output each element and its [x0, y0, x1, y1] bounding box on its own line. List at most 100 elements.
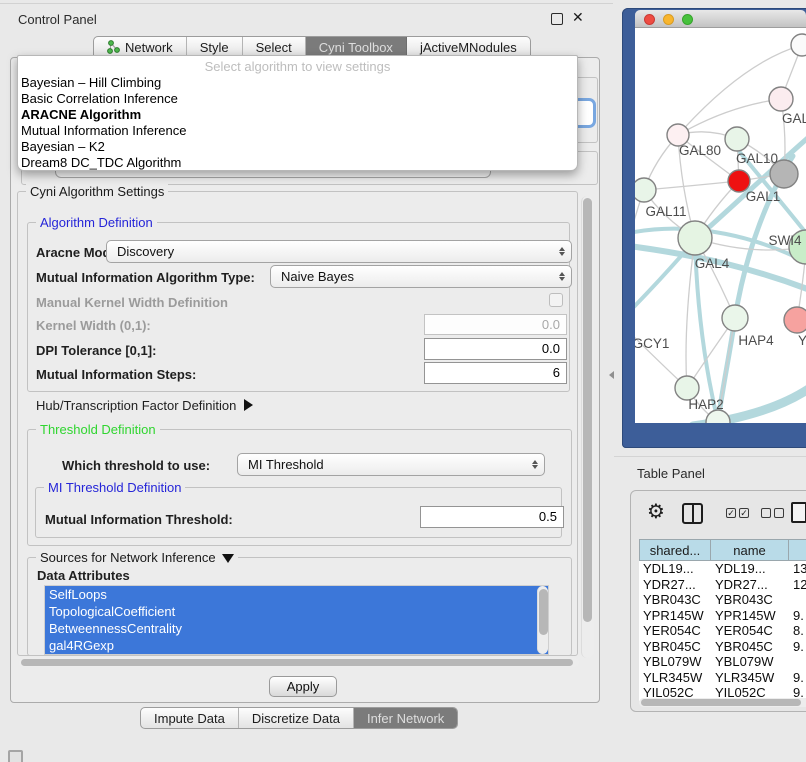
network-canvas[interactable]: GALGAL80GAL10GAL1GAL11SWI4GAL4GCY1HAP4YH…: [635, 28, 806, 423]
aracne-mode-combo[interactable]: Discovery: [106, 240, 572, 263]
apply-button[interactable]: Apply: [269, 676, 337, 697]
mi-type-combo[interactable]: Naive Bayes: [270, 265, 572, 288]
table-row[interactable]: YBR045CYBR045C9.: [639, 639, 806, 655]
table-row[interactable]: YER054CYER054C8.: [639, 623, 806, 639]
dpi-tolerance-label: DPI Tolerance [0,1]:: [36, 343, 156, 358]
minimize-window-icon[interactable]: [663, 14, 674, 25]
table-row[interactable]: YPR145WYPR145W9.: [639, 608, 806, 624]
cyni-settings-group-title: Cyni Algorithm Settings: [26, 184, 168, 199]
algorithm-option[interactable]: Dream8 DC_TDC Algorithm: [18, 155, 577, 171]
float-panel-icon[interactable]: [551, 13, 563, 25]
network-node[interactable]: [791, 34, 806, 56]
tab-select[interactable]: Select: [243, 37, 306, 57]
table-cell: YBR045C: [639, 639, 711, 655]
tab-cyni-toolbox[interactable]: Cyni Toolbox: [306, 37, 407, 57]
table-row[interactable]: YDR27...YDR27...12: [639, 577, 806, 593]
unchecked-box-icon[interactable]: [774, 508, 784, 518]
table-row[interactable]: YBR043CYBR043C: [639, 592, 806, 608]
manual-kernel-label: Manual Kernel Width Definition: [36, 295, 228, 310]
docked-panel-icon[interactable]: [8, 750, 23, 762]
settings-hscrollbar[interactable]: [19, 658, 579, 667]
data-attribute-item[interactable]: BetweennessCentrality: [45, 620, 548, 637]
zoom-window-icon[interactable]: [682, 14, 693, 25]
aracne-mode-value: Discovery: [117, 244, 174, 259]
checked-box-icon[interactable]: ✓: [739, 508, 749, 518]
table-hscrollbar[interactable]: [639, 698, 806, 707]
data-attribute-item[interactable]: gal4RGexp: [45, 637, 548, 654]
tab-label: Network: [125, 40, 173, 55]
table-cell: 9.: [789, 639, 806, 655]
table-column-header[interactable]: name: [711, 539, 789, 561]
tab-discretize-data[interactable]: Discretize Data: [239, 708, 354, 728]
attributes-vscrollbar[interactable]: [537, 586, 548, 654]
tab-label: Impute Data: [154, 711, 225, 726]
network-node[interactable]: [784, 307, 806, 333]
network-node[interactable]: [722, 305, 748, 331]
network-window-titlebar[interactable]: [635, 10, 806, 28]
tab-impute-data[interactable]: Impute Data: [141, 708, 239, 728]
data-attribute-item[interactable]: SelfLoops: [45, 586, 548, 603]
node-table: shared...name YDL19...YDL19...13YDR27...…: [639, 539, 806, 701]
hub-definition-toggle[interactable]: Hub/Transcription Factor Definition: [36, 398, 253, 413]
network-node[interactable]: [725, 127, 749, 151]
algorithm-option[interactable]: Mutual Information Inference: [18, 123, 577, 139]
close-panel-icon[interactable]: ✕: [572, 9, 584, 26]
table-column-header[interactable]: shared...: [639, 539, 711, 561]
table-row[interactable]: YDL19...YDL19...13: [639, 561, 806, 577]
table-cell: YPR145W: [639, 608, 711, 624]
tab-jactivemnodules[interactable]: jActiveMNodules: [407, 37, 530, 57]
data-attributes-list[interactable]: SelfLoopsTopologicalCoefficientBetweenne…: [44, 585, 549, 655]
checked-box-icon[interactable]: ✓: [726, 508, 736, 518]
manual-kernel-checkbox[interactable]: [549, 293, 563, 307]
close-window-icon[interactable]: [644, 14, 655, 25]
settings-hscrollbar-thumb[interactable]: [21, 659, 573, 666]
algorithm-option[interactable]: ARACNE Algorithm: [18, 107, 577, 123]
panel-divider-handle[interactable]: [609, 371, 614, 379]
table-row[interactable]: YLR345WYLR345W9.: [639, 670, 806, 686]
table-cell: YBL079W: [711, 654, 789, 670]
node-label: GAL: [782, 111, 806, 126]
network-node[interactable]: [769, 87, 793, 111]
control-panel-title: Control Panel: [18, 12, 97, 27]
settings-vscrollbar-thumb[interactable]: [583, 198, 592, 622]
table-cell: [789, 654, 806, 670]
dpi-tolerance-field[interactable]: 0.0: [424, 338, 567, 360]
table-cell: YLR345W: [711, 670, 789, 686]
document-icon[interactable]: [791, 502, 806, 523]
table-cell: 9.: [789, 670, 806, 686]
algorithm-option[interactable]: Bayesian – Hill Climbing: [18, 75, 577, 91]
unchecked-box-icon[interactable]: [761, 508, 771, 518]
table-cell: YER054C: [711, 623, 789, 639]
tab-label: Discretize Data: [252, 711, 340, 726]
algorithm-option[interactable]: Basic Correlation Inference: [18, 91, 577, 107]
table-row[interactable]: YBL079WYBL079W: [639, 654, 806, 670]
mi-type-label: Mutual Information Algorithm Type:: [36, 270, 255, 285]
tab-infer-network[interactable]: Infer Network: [354, 708, 457, 728]
column-layout-icon[interactable]: [682, 503, 703, 524]
tab-style[interactable]: Style: [187, 37, 243, 57]
network-node[interactable]: [678, 221, 712, 255]
table-cell: YBL079W: [639, 654, 711, 670]
mi-type-value: Naive Bayes: [281, 269, 354, 284]
which-threshold-combo[interactable]: MI Threshold: [237, 453, 545, 476]
tab-network[interactable]: Network: [94, 37, 187, 57]
kernel-width-field[interactable]: 0.0: [424, 314, 567, 335]
data-attribute-item[interactable]: TopologicalCoefficient: [45, 603, 548, 620]
table-cell: 8.: [789, 623, 806, 639]
settings-vscrollbar[interactable]: [581, 196, 594, 658]
table-settings-gear-icon[interactable]: ⚙: [647, 499, 665, 524]
mi-steps-field[interactable]: 6: [424, 362, 567, 384]
attributes-vscrollbar-thumb[interactable]: [539, 589, 548, 635]
table-hscrollbar-thumb[interactable]: [641, 699, 801, 706]
mi-threshold-label: Mutual Information Threshold:: [45, 512, 233, 527]
node-label: GAL80: [679, 143, 721, 158]
mi-threshold-field[interactable]: 0.5: [420, 506, 564, 528]
combo-stepper-icon: [559, 241, 565, 262]
algorithm-option[interactable]: Bayesian – K2: [18, 139, 577, 155]
network-node[interactable]: [635, 178, 656, 202]
combo-stepper-icon: [532, 454, 538, 475]
table-cell: YBR045C: [711, 639, 789, 655]
table-cell: YDR27...: [711, 577, 789, 593]
which-threshold-value: MI Threshold: [248, 457, 324, 472]
table-column-header[interactable]: [789, 539, 806, 561]
